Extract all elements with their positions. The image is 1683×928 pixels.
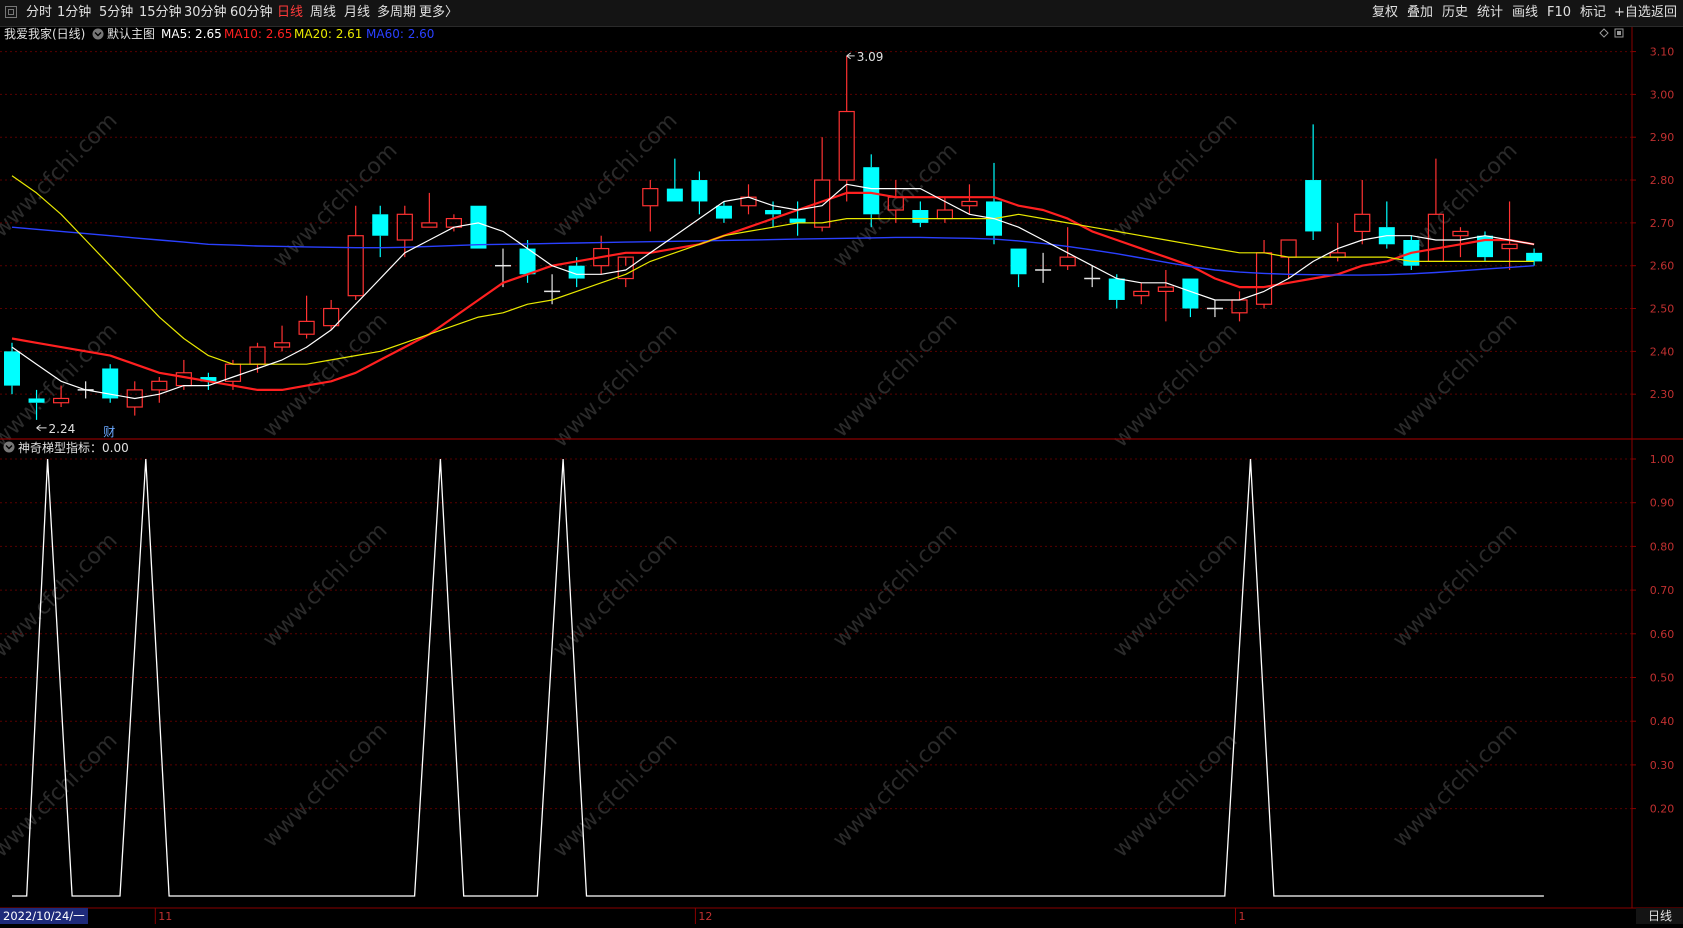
fanhui-button[interactable]: 返回	[1651, 0, 1677, 26]
price-tick-label: 3.10	[1650, 46, 1675, 59]
month-label: 11	[158, 910, 172, 923]
low-price-label: 2.24	[49, 422, 76, 436]
candle[interactable]	[470, 205, 487, 249]
period-more-button[interactable]: 更多〉	[419, 0, 458, 26]
month-label: 12	[698, 910, 712, 923]
indicator-tick-label: 0.40	[1650, 715, 1675, 728]
candle-body-down	[789, 218, 806, 223]
price-tick-label: 2.30	[1650, 388, 1675, 401]
kline-chart-area[interactable]: www.cfchi.com www.cfchi.com www.cfchi.com w…	[0, 26, 1683, 924]
indicator-tick-label: 0.20	[1650, 803, 1675, 816]
chart-background	[0, 27, 1683, 924]
zixuan-button[interactable]: +自选	[1614, 0, 1651, 26]
candle-body-down	[1526, 252, 1543, 262]
indicator-tick-label: 0.50	[1650, 672, 1675, 685]
biaoji-button[interactable]: 标记	[1580, 0, 1606, 26]
high-price-label: 3.09	[857, 50, 884, 64]
price-tick-label: 2.50	[1650, 303, 1675, 316]
candle-body-down	[765, 210, 782, 215]
price-tick-label: 3.00	[1650, 88, 1675, 101]
period-15min-button[interactable]: 15分钟	[139, 0, 182, 26]
period-daily-button[interactable]: 日线	[277, 0, 303, 26]
candle-body-down	[691, 180, 708, 202]
indicator-tick-label: 0.70	[1650, 584, 1675, 597]
stock-title[interactable]: 我爱我家(日线)	[4, 26, 85, 41]
candle-body-down	[1010, 248, 1027, 275]
sub-indicator-title[interactable]: 神奇梯型指标：0.00	[18, 440, 129, 455]
period-fenshi-button[interactable]: 分时	[26, 0, 52, 26]
period-1min-button[interactable]: 1分钟	[57, 0, 91, 26]
ma-labels: MA5: 2.65 MA10: 2.65 MA20: 2.61 MA60: 2.60	[161, 27, 434, 41]
candle-body-down	[912, 210, 929, 223]
toolbar-menu: 分时 1分钟 5分钟 15分钟 30分钟 60分钟 日线 周线 月线 多周期 更多〉 复权 叠加 历史 统计…	[0, 0, 1683, 26]
indicator-settings-icon[interactable]	[92, 28, 104, 40]
candle-body-down	[715, 205, 732, 219]
price-tick-label: 2.40	[1650, 345, 1675, 358]
ma-label-3: MA60: 2.60	[366, 27, 434, 41]
chart-svg[interactable]: www.cfchi.com www.cfchi.com www.cfchi.com w…	[0, 26, 1683, 924]
ma-label-0: MA5: 2.65	[161, 27, 222, 41]
diejia-button[interactable]: 叠加	[1407, 0, 1433, 26]
candle-body-down	[666, 188, 683, 202]
price-tick-label: 2.90	[1650, 131, 1675, 144]
indicator-tick-label: 0.30	[1650, 759, 1675, 772]
cursor-date-label: 2022/10/24/一	[3, 909, 85, 923]
period-30min-button[interactable]: 30分钟	[184, 0, 227, 26]
period-label[interactable]: 日线	[1648, 909, 1672, 923]
lishi-button[interactable]: 历史	[1442, 0, 1468, 26]
price-tick-label: 2.60	[1650, 260, 1675, 273]
candle-body-down	[1305, 180, 1322, 232]
indicator-tick-label: 0.80	[1650, 540, 1675, 553]
period-5min-button[interactable]: 5分钟	[99, 0, 133, 26]
finance-marker[interactable]: 财	[103, 425, 115, 439]
f10-button[interactable]: F10	[1547, 0, 1571, 26]
price-tick-label: 2.80	[1650, 174, 1675, 187]
period-multi-button[interactable]: 多周期	[377, 0, 416, 26]
candle[interactable]	[102, 364, 119, 403]
indicator-tick-label: 1.00	[1650, 453, 1675, 466]
huaxian-button[interactable]: 画线	[1512, 0, 1538, 26]
indicator-tick-label: 0.60	[1650, 628, 1675, 641]
fuquan-button[interactable]: 复权	[1372, 0, 1398, 26]
ma-label-2: MA20: 2.61	[294, 27, 362, 41]
candle-body-down	[470, 205, 487, 249]
tongji-button[interactable]: 统计	[1477, 0, 1503, 26]
period-weekly-button[interactable]: 周线	[310, 0, 336, 26]
period-toolbar: 分时 1分钟 5分钟 15分钟 30分钟 60分钟 日线 周线 月线 多周期 更多〉 复权 叠加 历史 统计…	[0, 0, 1683, 27]
sub-indicator-settings-icon[interactable]	[3, 441, 15, 453]
main-indicator-name[interactable]: 默认主图	[107, 26, 155, 41]
candle-body-down	[28, 398, 45, 403]
month-label: 1	[1239, 910, 1246, 923]
candle-body-down	[863, 167, 880, 215]
candle-body-down	[4, 351, 20, 386]
price-tick-label: 2.70	[1650, 217, 1675, 230]
period-monthly-button[interactable]: 月线	[344, 0, 370, 26]
candle-body-down	[372, 214, 389, 236]
period-60min-button[interactable]: 60分钟	[230, 0, 273, 26]
indicator-tick-label: 0.90	[1650, 497, 1675, 510]
candle-body-down	[1108, 278, 1125, 300]
ma-label-1: MA10: 2.65	[224, 27, 292, 41]
